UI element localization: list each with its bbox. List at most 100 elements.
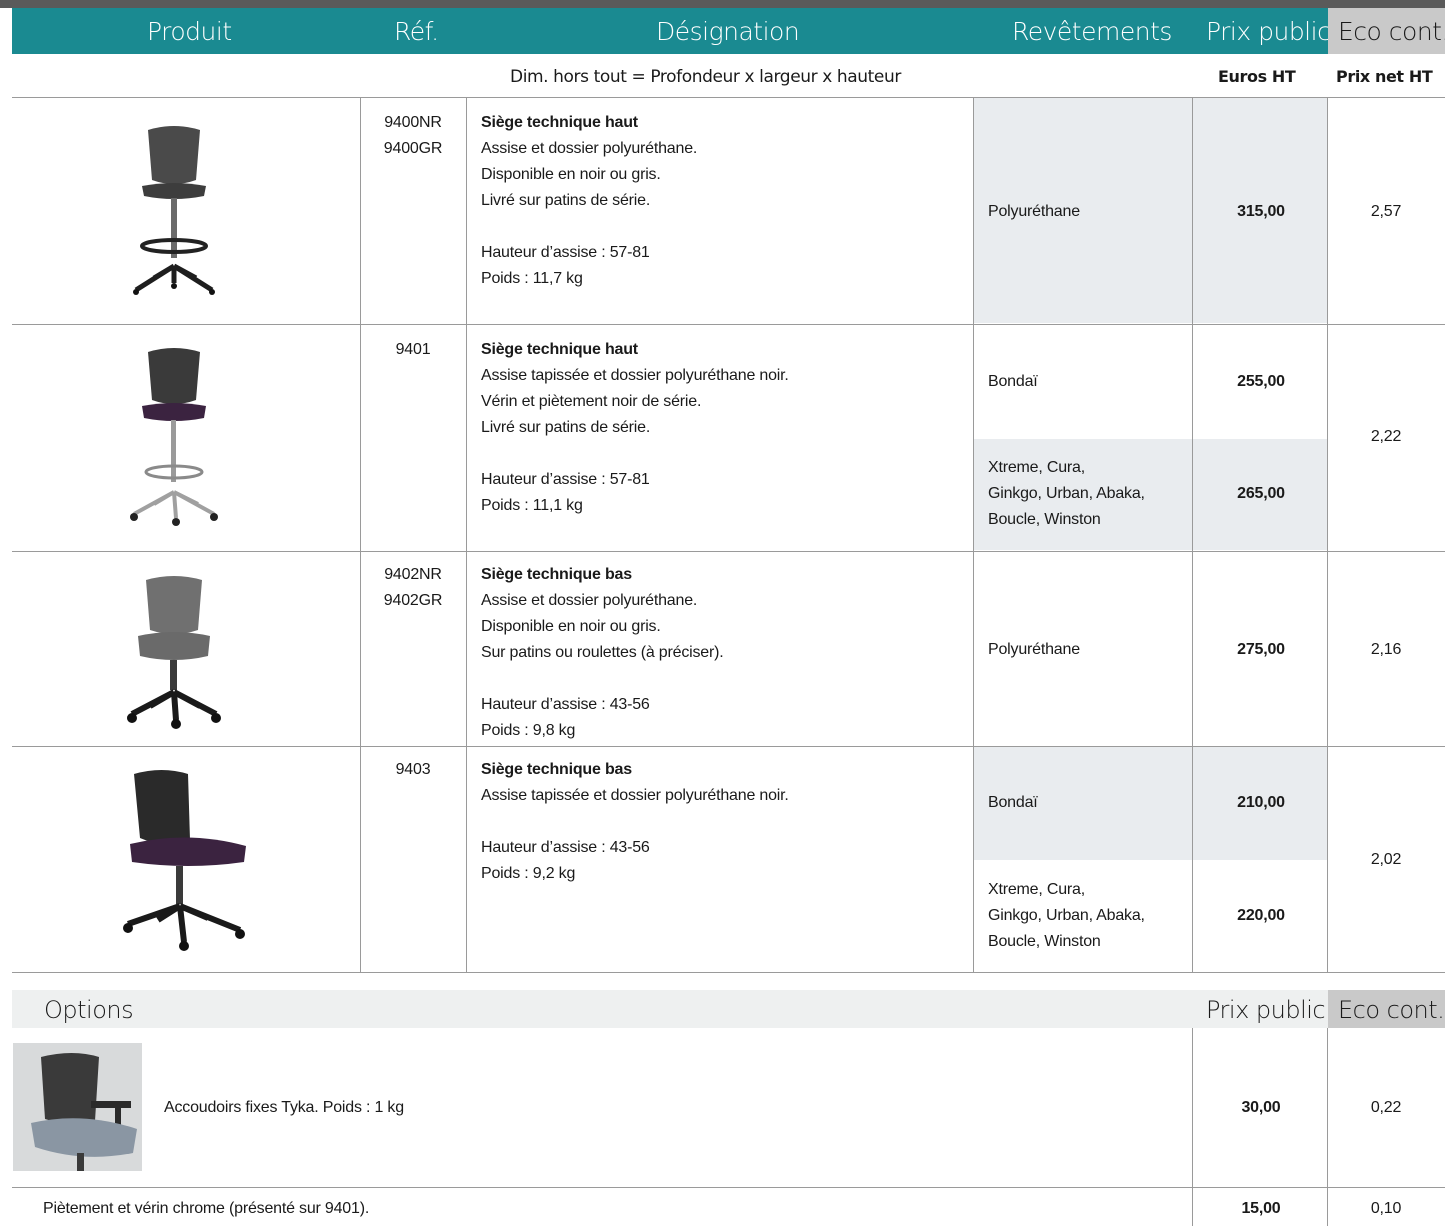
covering-line: Ginkgo, Urban, Abaka, xyxy=(988,907,1145,924)
options-header: Options Prix public Eco cont. xyxy=(12,990,1445,1028)
ref-code: 9400NR xyxy=(384,114,442,131)
option-eco: 0,10 xyxy=(1370,1200,1402,1217)
desc-line xyxy=(481,441,789,467)
ref-code: 9400GR xyxy=(383,140,443,157)
desc-line: Poids : 11,1 kg xyxy=(481,497,583,514)
covering-name: Polyuréthane xyxy=(988,203,1080,220)
ref-code: 9402NR xyxy=(384,566,442,583)
desc-line: Assise et dossier polyuréthane. xyxy=(481,592,698,609)
designation: Siège technique bas Assise tapissée et d… xyxy=(481,757,789,887)
desc-line: Hauteur d’assise : 43-56 xyxy=(481,839,650,856)
price: 220,00 xyxy=(1237,907,1285,924)
product-title: Siège technique haut xyxy=(481,341,638,358)
options-col-prix-public: Prix public xyxy=(1206,996,1326,1024)
ref-code: 9403 xyxy=(395,761,431,778)
price: 315,00 xyxy=(1237,203,1285,220)
chair-image-9400 xyxy=(133,126,215,295)
rule xyxy=(360,97,361,973)
options-col-eco-bg: Eco cont. xyxy=(1328,990,1445,1028)
rule xyxy=(12,551,1445,552)
desc-line: Sur patins ou roulettes (à préciser). xyxy=(481,644,724,661)
covering-name: Bondaï xyxy=(988,794,1038,811)
desc-line: Assise tapissée et dossier polyuréthane … xyxy=(481,367,789,384)
chair-image-9402 xyxy=(127,576,221,729)
rule xyxy=(12,97,1445,98)
rule xyxy=(973,97,974,973)
covering-name: Bondaï xyxy=(988,373,1038,390)
options-col-eco: Eco cont. xyxy=(1338,996,1445,1024)
covering-line: Ginkgo, Urban, Abaka, xyxy=(988,485,1145,502)
eco-contribution: 2,57 xyxy=(1370,203,1402,220)
covering-line: Xtreme, Cura, xyxy=(988,459,1085,476)
desc-line: Vérin et piètement noir de série. xyxy=(481,393,702,410)
table-header-bar: Produit Réf. Désignation Revêtements Pri… xyxy=(12,8,1331,54)
rule xyxy=(12,1187,1445,1188)
prix-net-ht: Prix net HT xyxy=(1336,67,1433,86)
chair-image-9403 xyxy=(123,770,246,951)
options-title: Options xyxy=(44,996,134,1024)
covering-line: Xtreme, Cura, xyxy=(988,881,1085,898)
desc-line: Disponible en noir ou gris. xyxy=(481,618,661,635)
covering-name: Xtreme, Cura, Ginkgo, Urban, Abaka, Bouc… xyxy=(988,455,1145,533)
desc-line: Poids : 9,8 kg xyxy=(481,722,576,739)
table-subheader: Dim. hors tout = Profondeur x largeur x … xyxy=(12,58,1445,96)
eco-contribution: 2,22 xyxy=(1370,428,1402,445)
desc-line: Poids : 9,2 kg xyxy=(481,865,576,882)
desc-line: Hauteur d’assise : 43-56 xyxy=(481,696,650,713)
rule xyxy=(12,324,1445,325)
desc-line: Disponible en noir ou gris. xyxy=(481,166,661,183)
product-title: Siège technique haut xyxy=(481,114,638,131)
ref-code: 9402GR xyxy=(383,592,443,609)
product-title: Siège technique bas xyxy=(481,761,632,778)
desc-line: Livré sur patins de série. xyxy=(481,419,651,436)
armrest-chair-image xyxy=(13,1043,142,1171)
col-revetements: Revêtements xyxy=(1012,17,1172,46)
price: 210,00 xyxy=(1237,794,1285,811)
designation: Siège technique haut Assise et dossier p… xyxy=(481,110,697,292)
col-prix-public: Prix public xyxy=(1206,17,1331,46)
options-header-bar: Options Prix public xyxy=(12,990,1328,1028)
col-eco-bg: Eco cont. xyxy=(1328,8,1445,54)
col-eco: Eco cont. xyxy=(1338,17,1445,46)
option-eco: 0,22 xyxy=(1370,1099,1402,1116)
eco-contribution: 2,02 xyxy=(1370,851,1402,868)
rule xyxy=(466,97,467,973)
product-title: Siège technique bas xyxy=(481,566,632,583)
desc-line: Assise tapissée et dossier polyuréthane … xyxy=(481,787,789,804)
rule xyxy=(12,746,1445,747)
covering-name: Xtreme, Cura, Ginkgo, Urban, Abaka, Bouc… xyxy=(988,877,1145,955)
eco-contribution: 2,16 xyxy=(1370,641,1402,658)
rule xyxy=(12,972,1445,973)
header-photo-strip xyxy=(0,0,1445,8)
covering-line: Boucle, Winston xyxy=(988,933,1101,950)
armrest-thumbnail xyxy=(13,1043,142,1171)
col-designation: Désignation xyxy=(656,17,800,46)
desc-line: Hauteur d’assise : 57-81 xyxy=(481,471,650,488)
option-label: Piètement et vérin chrome (présenté sur … xyxy=(43,1200,370,1217)
desc-line: Poids : 11,7 kg xyxy=(481,270,583,287)
covering-name: Polyuréthane xyxy=(988,641,1080,658)
price: 275,00 xyxy=(1237,641,1285,658)
table-header: Produit Réf. Désignation Revêtements Pri… xyxy=(12,8,1445,54)
desc-line: Hauteur d’assise : 57-81 xyxy=(481,244,650,261)
col-ref: Réf. xyxy=(394,17,439,46)
chair-image-9401 xyxy=(130,348,218,526)
euros-ht: Euros HT xyxy=(1218,67,1296,86)
rule xyxy=(1192,97,1193,973)
option-price: 15,00 xyxy=(1241,1200,1281,1217)
desc-line xyxy=(481,214,697,240)
rule xyxy=(1327,97,1328,973)
desc-line: Livré sur patins de série. xyxy=(481,192,651,209)
option-price: 30,00 xyxy=(1241,1099,1281,1116)
designation: Siège technique haut Assise tapissée et … xyxy=(481,337,789,519)
dims-note: Dim. hors tout = Profondeur x largeur x … xyxy=(510,67,901,87)
desc-line: Assise et dossier polyuréthane. xyxy=(481,140,698,157)
option-label: Accoudoirs fixes Tyka. Poids : 1 kg xyxy=(164,1099,404,1116)
designation: Siège technique bas Assise et dossier po… xyxy=(481,562,724,744)
desc-line xyxy=(481,666,724,692)
ref-code: 9401 xyxy=(395,341,431,358)
price: 255,00 xyxy=(1237,373,1285,390)
desc-line xyxy=(481,809,789,835)
covering-line: Boucle, Winston xyxy=(988,511,1101,528)
price: 265,00 xyxy=(1237,485,1285,502)
